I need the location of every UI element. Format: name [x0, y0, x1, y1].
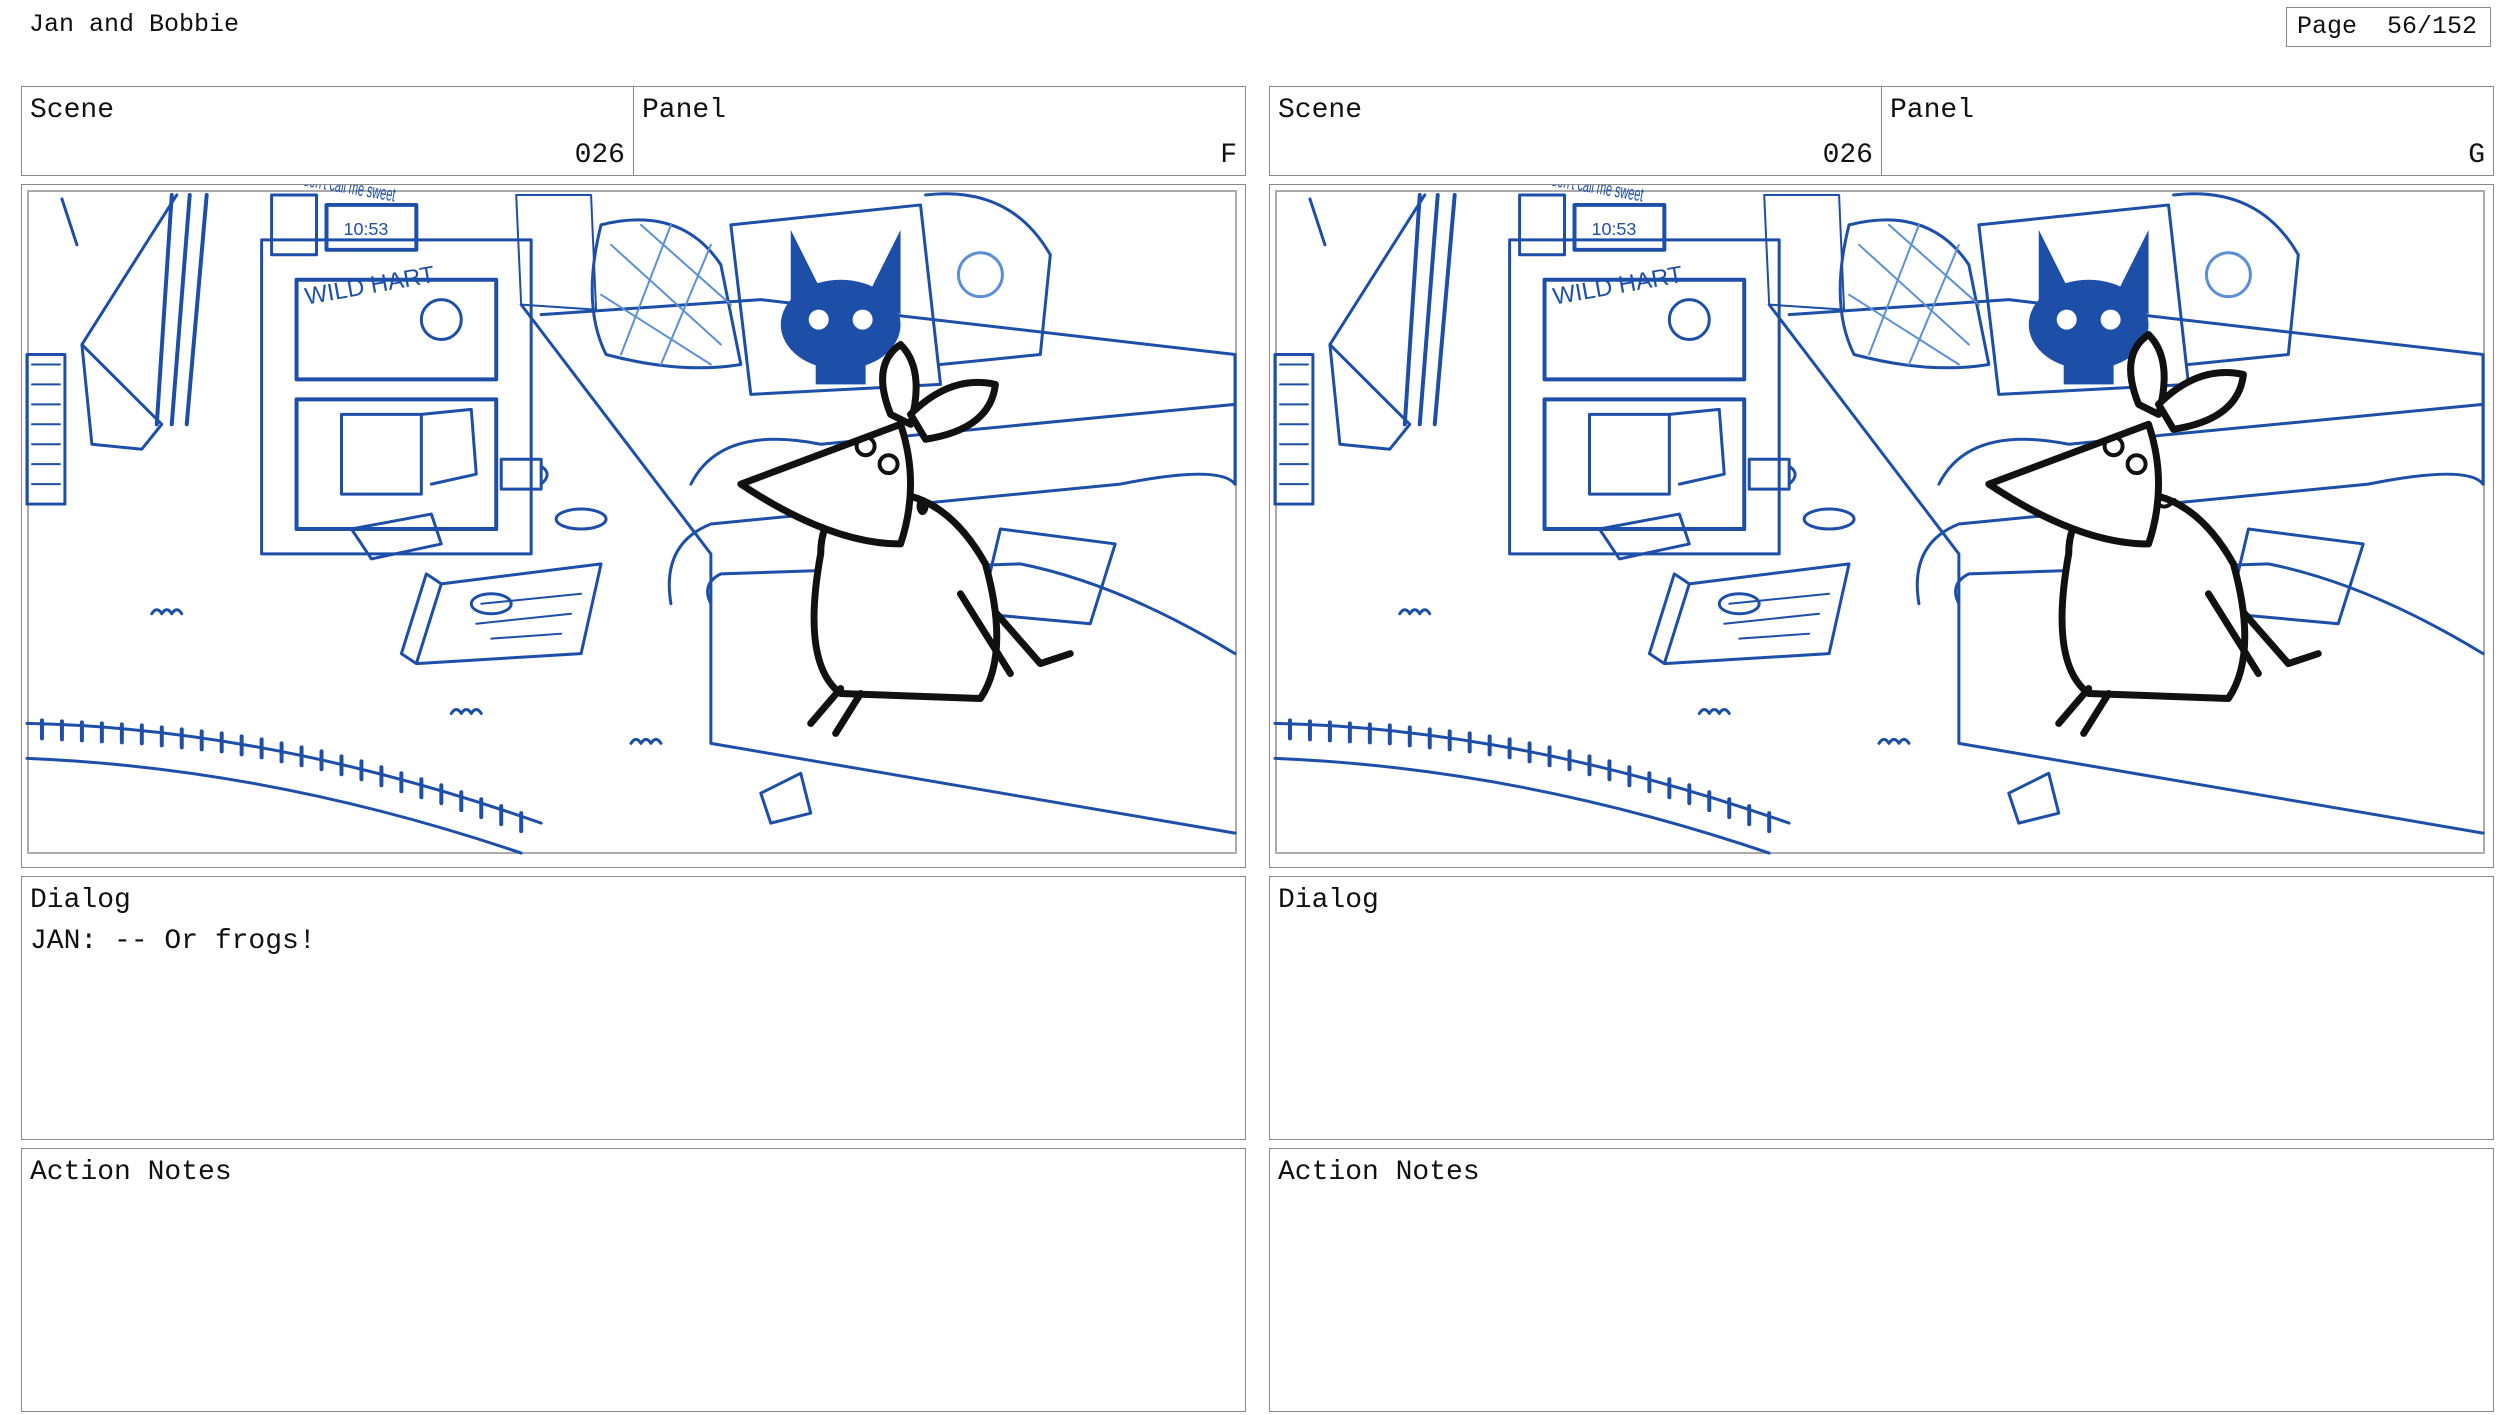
panel-letter: F — [1220, 140, 1237, 171]
panel-label: Panel — [642, 95, 727, 126]
page-indicator: Page 56/152 — [2286, 7, 2491, 47]
page-label: Page — [2297, 12, 2358, 41]
panel-letter: G — [2468, 140, 2485, 171]
dialog-box: Dialog JAN: -- Or frogs! — [21, 876, 1246, 1140]
bedroom-sketch-illustration: 10:53 WILD HART don't call me sweet — [25, 185, 1238, 855]
panel-label: Panel — [1890, 95, 1975, 126]
storyboard-panel-right: Scene 026 Panel G 10:53 WILD HART don't … — [1269, 86, 2494, 1412]
scene-label: Scene — [1278, 95, 1363, 126]
action-notes-label: Action Notes — [30, 1157, 232, 1188]
scene-cell: Scene 026 — [1270, 87, 1881, 175]
sign-text: WILD HART — [1551, 261, 1685, 310]
panel-cell: Panel F — [633, 87, 1245, 175]
page-number: 56/152 — [2387, 12, 2478, 41]
panel-artwork: 10:53 WILD HART don't call me sweet — [1269, 184, 2494, 868]
panel-header: Scene 026 Panel G — [1269, 86, 2494, 176]
sign-text: WILD HART — [303, 261, 437, 310]
document-title: Jan and Bobbie — [29, 10, 240, 39]
dialog-label: Dialog — [30, 885, 131, 916]
action-notes-box: Action Notes — [1269, 1148, 2494, 1412]
panel-cell: Panel G — [1881, 87, 2493, 175]
mouse-character — [1985, 331, 2322, 737]
panel-header: Scene 026 Panel F — [21, 86, 1246, 176]
clock-text: 10:53 — [1591, 219, 1636, 239]
mouse-character — [737, 341, 1074, 737]
scene-number: 026 — [1822, 140, 1873, 171]
dialog-text: JAN: -- Or frogs! — [30, 926, 316, 957]
action-notes-label: Action Notes — [1278, 1157, 1480, 1188]
storyboard-panel-left: Scene 026 Panel F 10:53 WILD HART don't … — [21, 86, 1246, 1412]
clock-text: 10:53 — [343, 219, 388, 239]
scene-cell: Scene 026 — [22, 87, 633, 175]
action-notes-box: Action Notes — [21, 1148, 1246, 1412]
panel-artwork: 10:53 WILD HART don't call me sweet — [21, 184, 1246, 868]
bedroom-sketch-illustration: 10:53 WILD HART don't call me sweet — [1273, 185, 2486, 855]
scene-number: 026 — [574, 140, 625, 171]
scene-label: Scene — [30, 95, 115, 126]
dialog-label: Dialog — [1278, 885, 1379, 916]
mouse-mouth-open — [916, 497, 929, 516]
dialog-box: Dialog — [1269, 876, 2494, 1140]
